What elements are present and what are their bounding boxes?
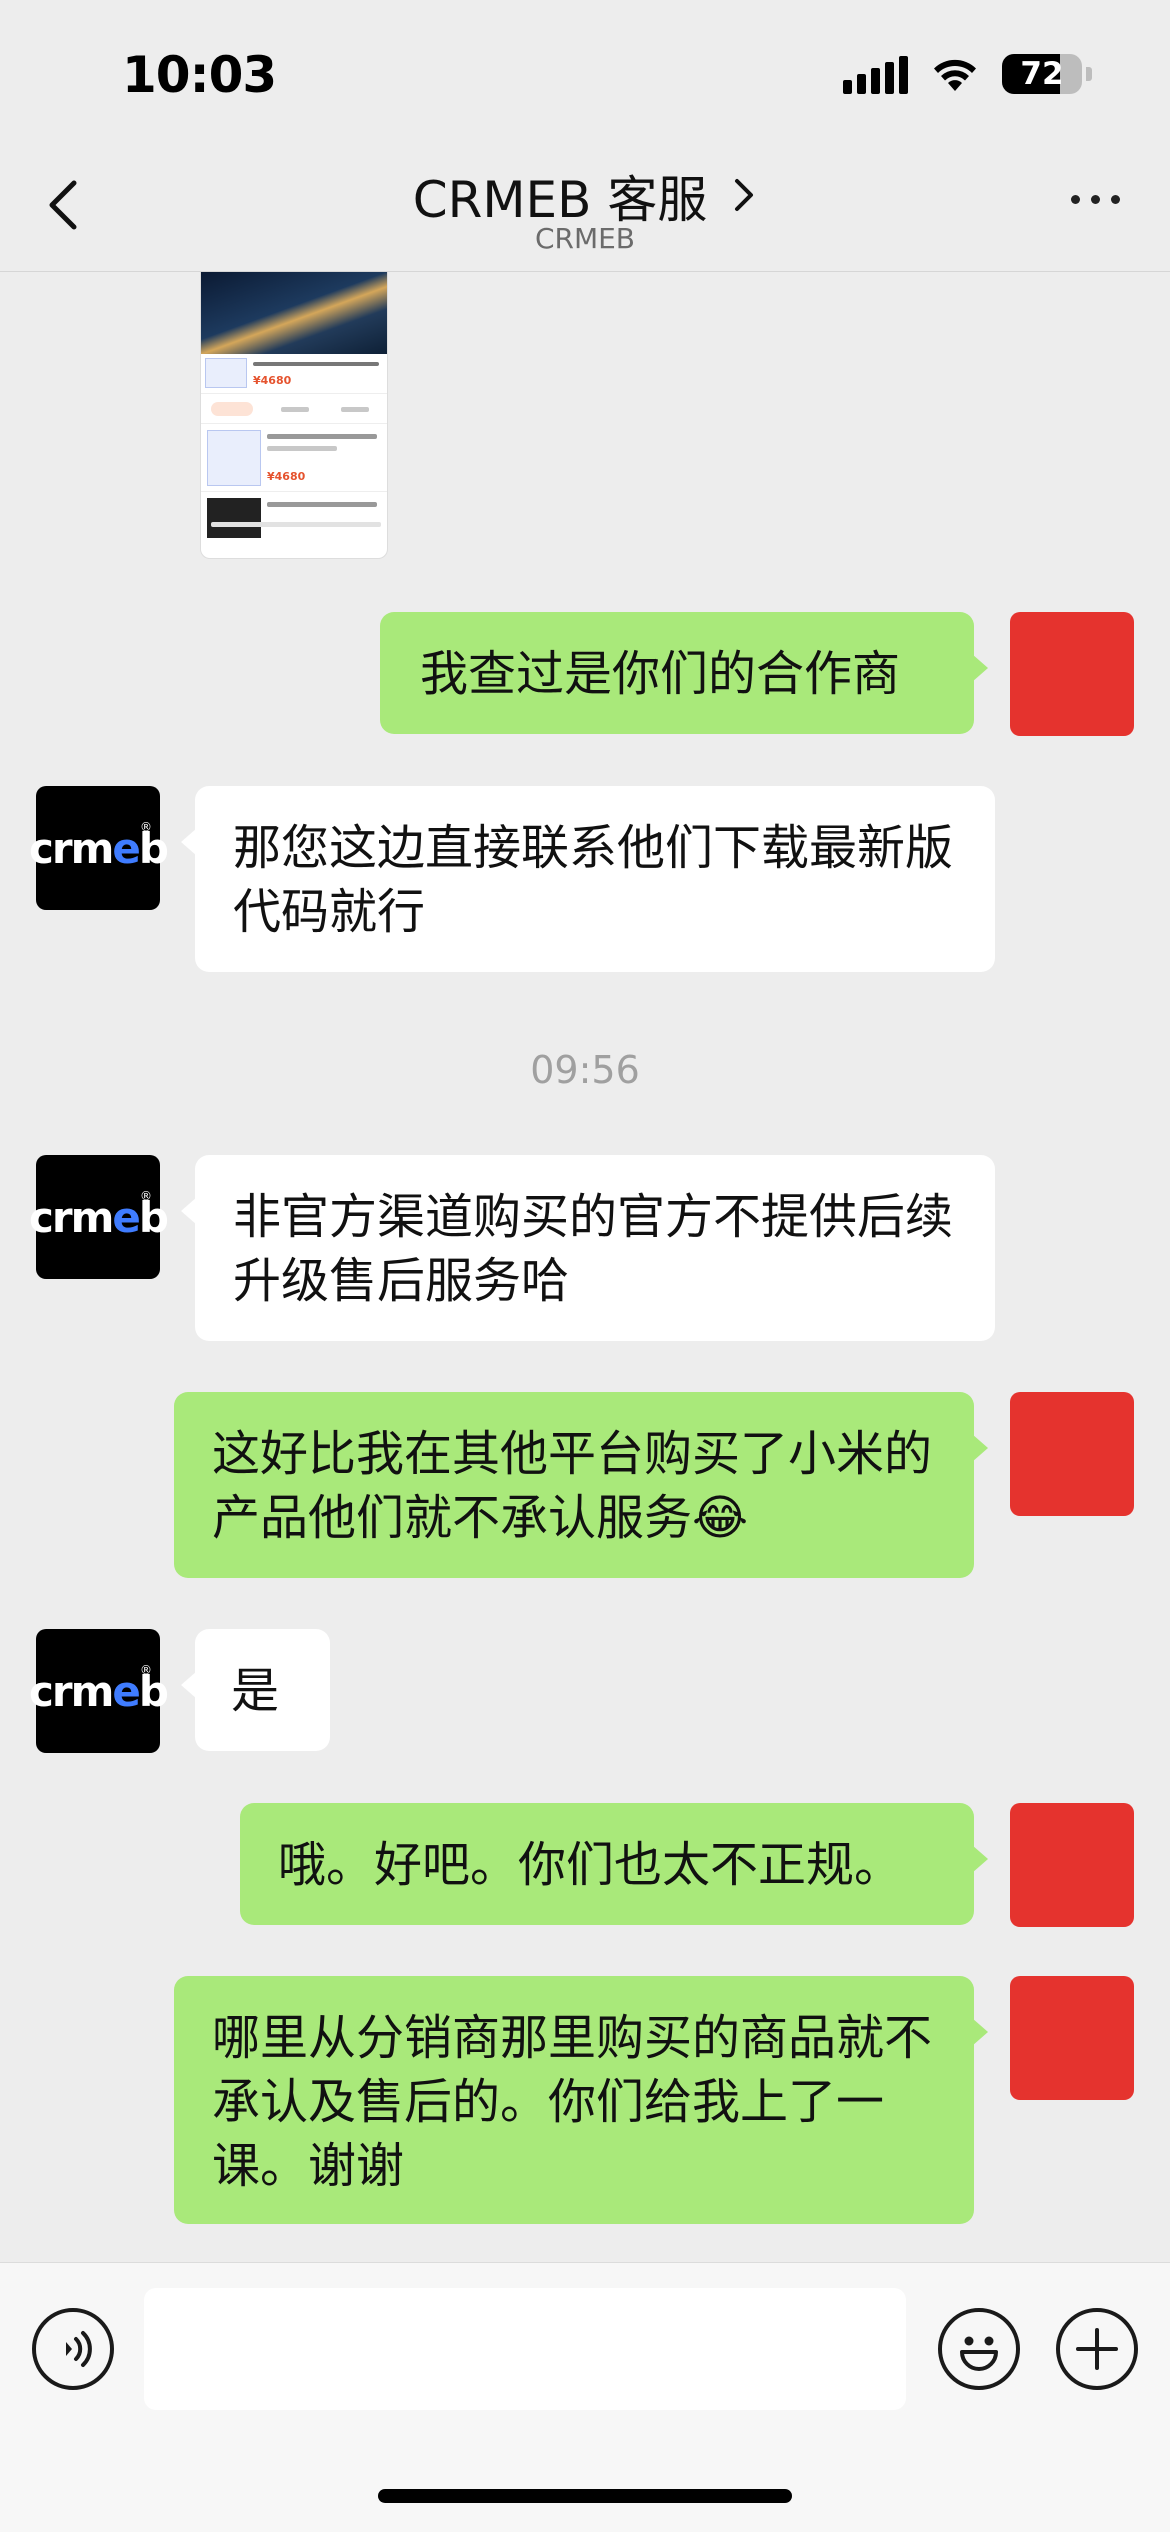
crmeb-avatar[interactable]: crmeb ® <box>29 1155 169 1279</box>
status-icons: 72 <box>843 54 1092 94</box>
message-bubble-sent[interactable]: 哦。好吧。你们也太不正规。 <box>240 1803 988 1925</box>
message-bubble-sent[interactable]: 哪里从分销商那里购买的商品就不承认及售后的。你们给我上了一课。谢谢 <box>174 1976 988 2224</box>
chat-title-text: CRMEB 客服 <box>412 171 708 229</box>
voice-icon[interactable] <box>32 2308 114 2390</box>
my-avatar[interactable] <box>1010 1803 1134 1927</box>
city-banner-image <box>201 272 387 354</box>
my-avatar[interactable] <box>1010 1392 1134 1516</box>
message-bubble-sent[interactable]: 这好比我在其他平台购买了小米的产品他们就不承认服务😂 <box>174 1392 988 1578</box>
image-message-thumbnail[interactable]: ¥4680 ¥4680 <box>200 272 388 559</box>
battery-level: 72 <box>1020 56 1064 92</box>
home-indicator[interactable] <box>378 2489 792 2503</box>
wifi-icon <box>934 59 976 91</box>
thumb-item-3 <box>201 492 387 538</box>
status-time: 10:03 <box>122 46 277 104</box>
thumb-item-2-price: ¥4680 <box>267 470 306 483</box>
thumb-item-1: ¥4680 <box>201 354 387 394</box>
thumb-item-2: ¥4680 <box>201 424 387 492</box>
message-bubble-received[interactable]: 非官方渠道购买的官方不提供后续升级售后服务哈 <box>181 1155 995 1341</box>
message-bubble-sent[interactable]: 我查过是你们的合作商 <box>380 612 988 734</box>
add-icon[interactable] <box>1056 2308 1138 2390</box>
message-bubble-received[interactable]: 那您这边直接联系他们下载最新版代码就行 <box>181 786 995 972</box>
chat-subtitle: CRMEB <box>534 222 636 255</box>
chevron-right-icon <box>735 179 754 211</box>
top-bar: 10:03 72 CRMEB 客服 CRMEB <box>0 0 1170 272</box>
message-input[interactable] <box>144 2288 906 2410</box>
message-bubble-received[interactable]: 是 <box>181 1629 330 1751</box>
more-options-icon[interactable] <box>1071 195 1120 204</box>
cellular-signal-icon <box>843 54 908 94</box>
thumb-item-1-price: ¥4680 <box>253 374 292 387</box>
battery-cap <box>1086 67 1092 81</box>
crmeb-avatar[interactable]: crmeb ® <box>29 1629 169 1753</box>
my-avatar[interactable] <box>1010 1976 1134 2100</box>
emoji-icon[interactable] <box>938 2308 1020 2390</box>
crmeb-avatar[interactable]: crmeb ® <box>29 786 169 910</box>
thumb-tabs <box>201 394 387 424</box>
my-avatar[interactable] <box>1010 612 1134 736</box>
chat-screen: 10:03 72 CRMEB 客服 CRMEB ¥4680 ¥4680 我查过是… <box>0 0 1170 2532</box>
battery-icon: 72 <box>1002 54 1082 94</box>
message-timestamp: 09:56 <box>530 1048 640 1092</box>
